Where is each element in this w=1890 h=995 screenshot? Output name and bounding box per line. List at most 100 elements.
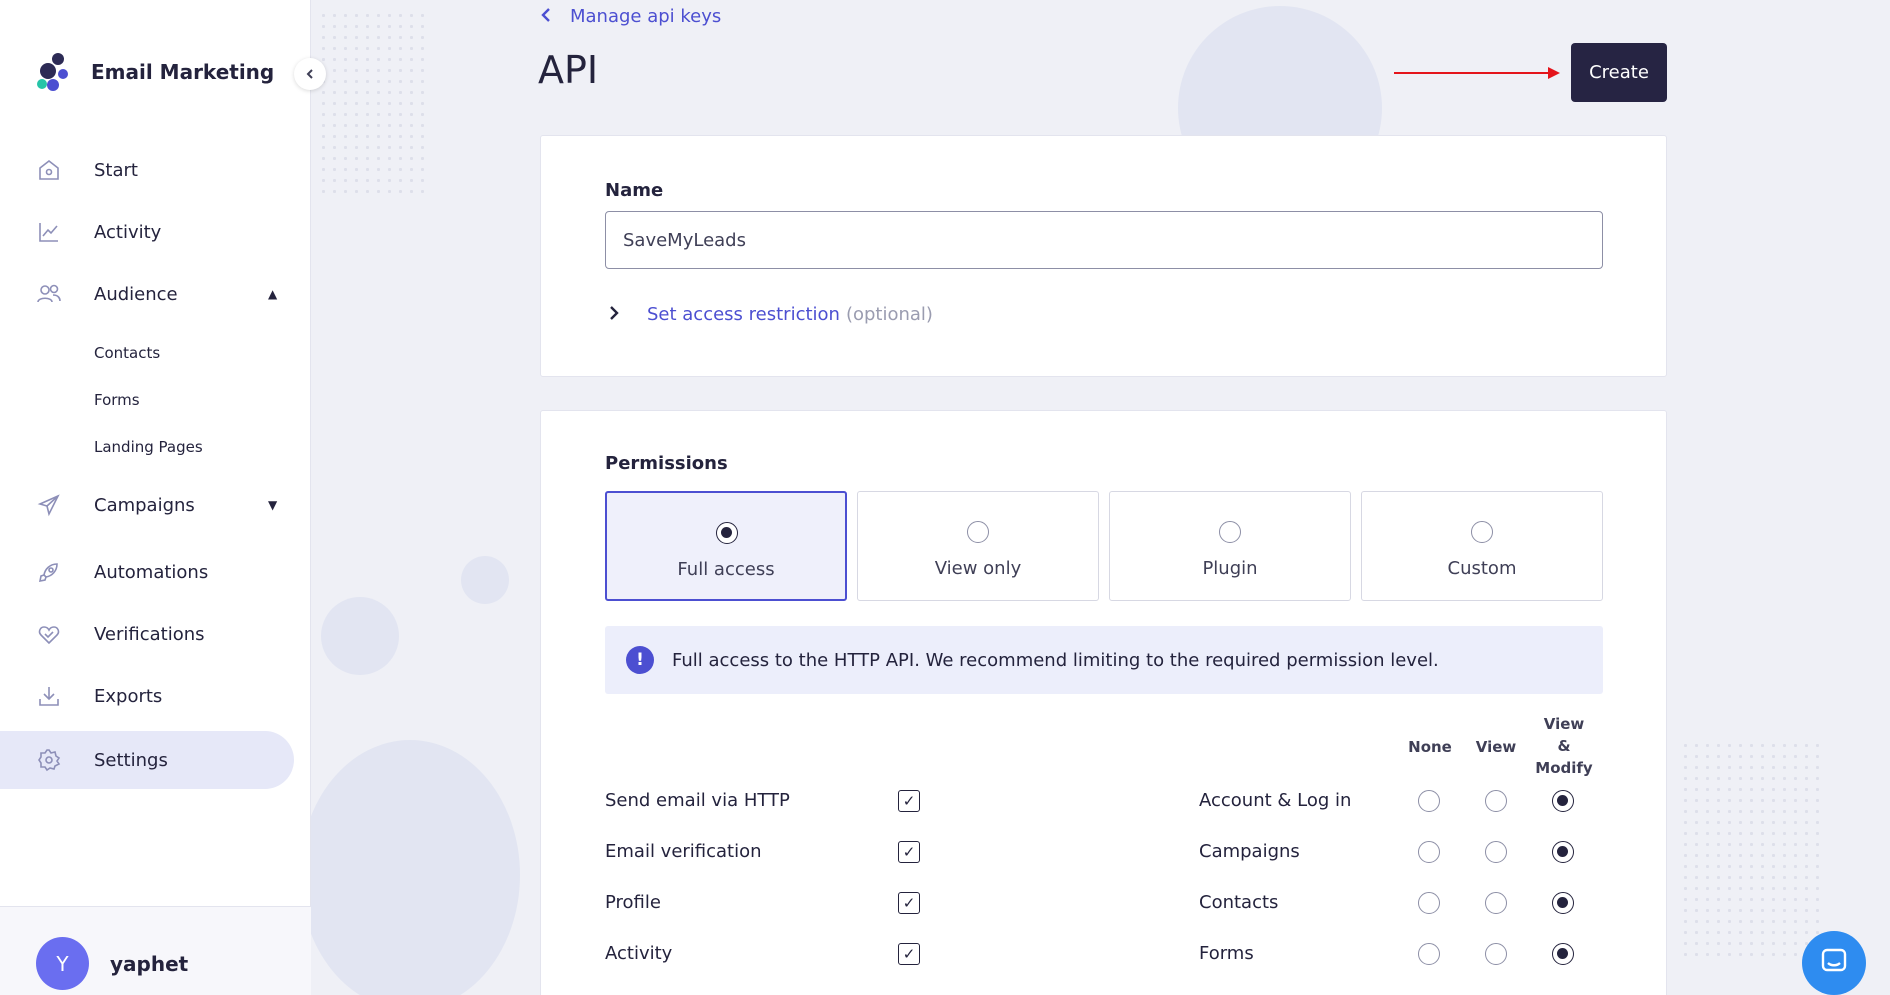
sidebar-subitem-landing-pages[interactable]: Landing Pages [94, 438, 203, 456]
permission-option-view-only[interactable]: View only [857, 491, 1099, 601]
resource-label: Contacts [1199, 892, 1279, 913]
info-icon: ! [626, 646, 654, 674]
permission-option-plugin[interactable]: Plugin [1109, 491, 1351, 601]
radio-view-modify[interactable] [1552, 790, 1574, 812]
paper-plane-icon [36, 492, 62, 518]
name-label: Name [605, 180, 664, 201]
back-link-label: Manage api keys [570, 6, 722, 27]
sidebar-item-automations[interactable]: Automations [0, 543, 294, 601]
scope-label: Send email via HTTP [605, 790, 790, 811]
sidebar-item-label: Exports [94, 685, 163, 707]
radio-none[interactable] [1418, 943, 1440, 965]
radio-view[interactable] [1485, 841, 1507, 863]
chat-widget-button[interactable] [1802, 931, 1866, 995]
page-title: API [538, 48, 599, 92]
gear-icon [36, 747, 62, 773]
resource-label: Campaigns [1199, 841, 1300, 862]
sidebar-subitem-forms[interactable]: Forms [94, 391, 140, 409]
radio-view-modify[interactable] [1552, 841, 1574, 863]
avatar[interactable]: Y [36, 937, 89, 990]
radio-view-modify[interactable] [1552, 943, 1574, 965]
name-card: Name Set access restriction (optional) [540, 135, 1667, 377]
info-text: Full access to the HTTP API. We recommen… [672, 649, 1439, 671]
permission-option-label: Full access [677, 559, 775, 580]
scope-label: Profile [605, 892, 661, 913]
rocket-icon [36, 559, 62, 585]
sidebar-item-label: Activity [94, 221, 162, 243]
background-dots [1680, 740, 1820, 960]
sidebar-item-start[interactable]: Start [0, 141, 294, 199]
permissions-label: Permissions [605, 453, 728, 474]
chart-icon [36, 219, 62, 245]
brand-logo-icon [34, 52, 70, 92]
background-circle [300, 740, 520, 995]
radio-none[interactable] [1418, 841, 1440, 863]
column-header-none: None [1408, 738, 1452, 756]
permission-option-label: Custom [1447, 558, 1517, 579]
permission-option-custom[interactable]: Custom [1361, 491, 1603, 601]
sidebar-item-activity[interactable]: Activity [0, 203, 294, 261]
radio-none[interactable] [1418, 892, 1440, 914]
background-circle [321, 597, 399, 675]
radio-view[interactable] [1485, 790, 1507, 812]
scope-checkbox[interactable]: ✓ [898, 892, 920, 914]
radio-view-modify[interactable] [1552, 892, 1574, 914]
radio-none[interactable] [1418, 790, 1440, 812]
column-header-view: View [1475, 738, 1517, 756]
heart-check-icon [36, 621, 62, 647]
background-circle [461, 556, 509, 604]
create-button[interactable]: Create [1571, 43, 1667, 102]
radio-view[interactable] [1485, 943, 1507, 965]
scope-checkbox[interactable]: ✓ [898, 841, 920, 863]
sidebar-item-verifications[interactable]: Verifications [0, 605, 294, 663]
access-restriction-toggle[interactable]: Set access restriction (optional) [609, 304, 933, 325]
radio-unselected [1219, 521, 1241, 543]
access-restriction-link[interactable]: Set access restriction [647, 304, 840, 325]
permission-option-label: Plugin [1202, 558, 1258, 579]
optional-hint: (optional) [845, 304, 933, 325]
permission-option-label: View only [934, 558, 1022, 579]
sidebar-item-label: Automations [94, 561, 209, 583]
chevron-down-icon: ▼ [268, 498, 278, 512]
collapse-sidebar-button[interactable] [294, 58, 326, 90]
user-bar[interactable]: Y yaphet [0, 906, 311, 995]
name-input[interactable] [605, 211, 1603, 269]
scope-label: Activity [605, 943, 673, 964]
username: yaphet [110, 952, 189, 976]
users-icon [36, 281, 62, 307]
scope-checkbox[interactable]: ✓ [898, 790, 920, 812]
chevron-up-icon: ▲ [268, 287, 278, 301]
brand: Email Marketing [34, 52, 274, 92]
radio-view[interactable] [1485, 892, 1507, 914]
radio-selected [716, 522, 738, 544]
scope-label: Email verification [605, 841, 762, 862]
download-icon [36, 683, 62, 709]
background-dots [318, 10, 428, 200]
home-icon [36, 157, 62, 183]
radio-unselected [967, 521, 989, 543]
sidebar-item-label: Settings [94, 749, 168, 771]
sidebar-item-label: Start [94, 159, 138, 181]
info-banner: ! Full access to the HTTP API. We recomm… [605, 626, 1603, 694]
sidebar-item-settings[interactable]: Settings [0, 731, 294, 789]
sidebar-item-campaigns[interactable]: Campaigns ▼ [0, 476, 294, 534]
column-header-view-modify: View & Modify [1535, 715, 1593, 777]
sidebar-item-audience[interactable]: Audience ▲ [0, 265, 294, 323]
annotation-arrow [1394, 67, 1560, 79]
sidebar-subitem-contacts[interactable]: Contacts [94, 344, 160, 362]
radio-unselected [1471, 521, 1493, 543]
sidebar-item-label: Verifications [94, 623, 205, 645]
chevron-left-icon [304, 65, 316, 84]
scope-checkbox[interactable]: ✓ [898, 943, 920, 965]
resource-label: Account & Log in [1199, 790, 1352, 811]
sidebar-item-label: Campaigns [94, 494, 195, 516]
permissions-card: Permissions Full access View only Plugin… [540, 410, 1667, 995]
sidebar-item-label: Audience [94, 283, 178, 305]
sidebar: Email Marketing Start Activity Audience … [0, 0, 311, 995]
brand-title: Email Marketing [91, 60, 275, 84]
chat-icon [1819, 946, 1849, 980]
permission-option-full-access[interactable]: Full access [605, 491, 847, 601]
chevron-right-icon [609, 305, 619, 325]
back-link[interactable]: Manage api keys [540, 6, 721, 27]
sidebar-item-exports[interactable]: Exports [0, 667, 294, 725]
